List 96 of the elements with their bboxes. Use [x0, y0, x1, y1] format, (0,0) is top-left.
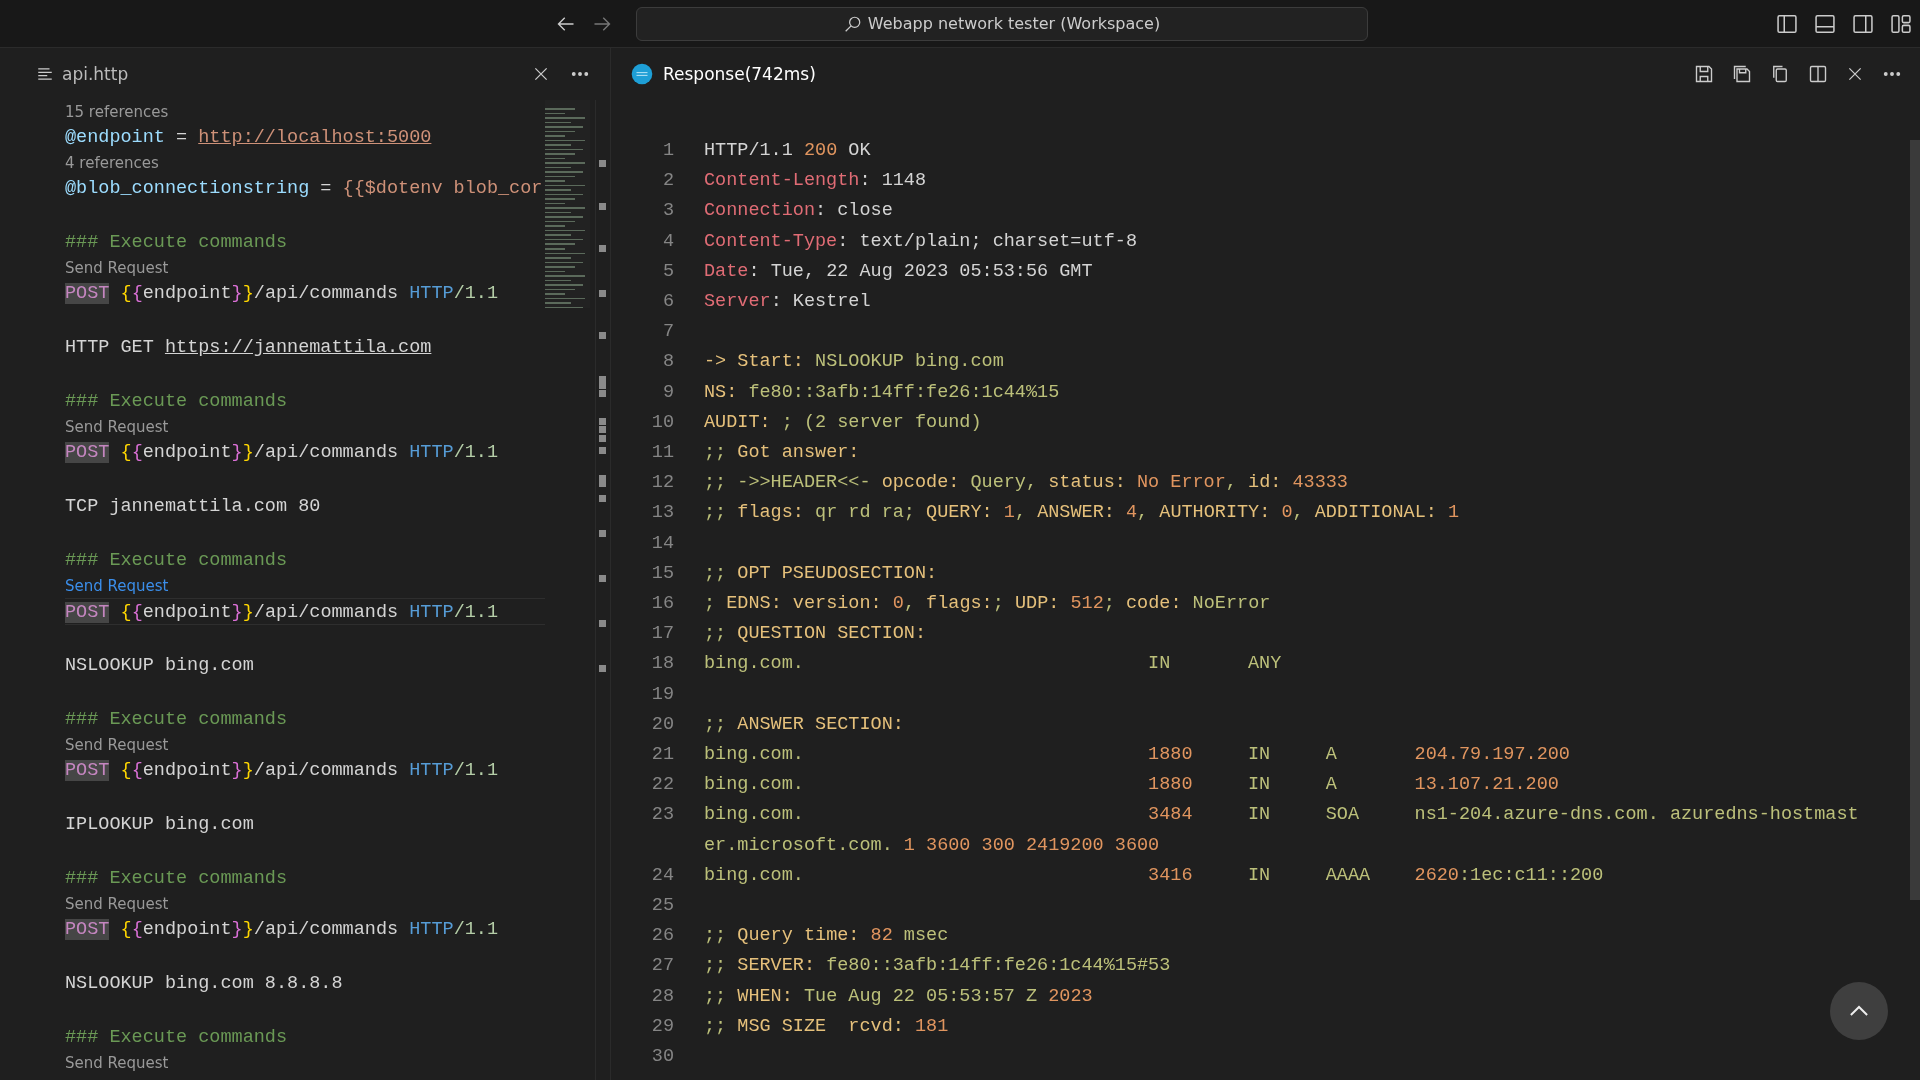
line-number: 6	[661, 290, 675, 314]
line-number: 5	[661, 259, 675, 284]
code-line: IPLOOKUP bing.com	[65, 813, 255, 837]
line-number: 11	[650, 441, 675, 466]
codelens-link[interactable]: 4 references	[65, 154, 159, 172]
code-line: ;; Got answer:	[704, 441, 861, 466]
code-line: Server: Kestrel	[704, 290, 872, 314]
line-number: 27	[650, 954, 675, 979]
command-center-search[interactable]: Webapp network tester (Workspace)	[636, 6, 1368, 41]
code-line: ;; MSG SIZE rcvd: 181	[704, 1014, 950, 1039]
copy-icon[interactable]	[1770, 64, 1790, 84]
line-number: 8	[661, 350, 675, 375]
code-line: POST {{endpoint}}/api/commands HTTP/1.1	[65, 598, 545, 625]
code-line: NSLOOKUP bing.com 8.8.8.8	[65, 972, 344, 996]
panel-icon[interactable]	[1814, 12, 1836, 35]
code-line: ;; OPT PSEUDOSECTION:	[704, 561, 939, 586]
save-icon[interactable]	[1694, 64, 1714, 84]
code-line: ;; flags: qr rd ra; QUERY: 1, ANSWER: 4, AUTHORITY: 0, ADDITIONAL: 1	[704, 501, 1461, 526]
save-all-icon[interactable]	[1732, 64, 1752, 84]
line-number: 15	[650, 561, 675, 586]
code-line: ;; QUESTION SECTION:	[704, 622, 928, 647]
code-line: ### Execute commands	[65, 867, 289, 891]
codelens-link[interactable]: Send Request	[65, 895, 169, 913]
line-number: 4	[661, 229, 675, 254]
line-number: 13	[650, 501, 675, 526]
line-number: 25	[650, 894, 675, 919]
close-icon[interactable]	[1846, 65, 1864, 83]
secondary-sidebar-icon[interactable]	[1852, 12, 1874, 35]
codelens-link[interactable]: Send Request	[65, 577, 169, 595]
code-line: POST {{endpoint}}/api/commands HTTP/1.1	[65, 282, 500, 306]
code-line: bing.com. 3484 IN SOA ns1-204.azure-dns.com. azuredns-hostmaster.microsoft.com. 1 3600 300 2419200 3600	[704, 803, 1860, 858]
code-line: POST {{endpoint}}/api/commands HTTP/1.1	[65, 441, 500, 465]
line-number: 9	[661, 380, 675, 405]
code-line: NSLOOKUP bing.com	[65, 654, 255, 678]
code-line: POST {{endpoint}}/api/commands HTTP/1.1	[65, 759, 500, 783]
search-icon	[843, 14, 862, 33]
line-number: 19	[650, 682, 675, 707]
code-line: @blob_connectionstring = {{$dotenv blob_cor	[65, 177, 544, 201]
line-number: 16	[650, 592, 675, 617]
file-tab-title[interactable]: api.http	[62, 64, 129, 84]
code-line: Date: Tue, 22 Aug 2023 05:53:56 GMT	[704, 259, 1094, 284]
code-line: -> Start: NSLOOKUP bing.com	[704, 350, 1005, 375]
line-number: 14	[650, 531, 675, 556]
line-number: 28	[650, 984, 675, 1009]
line-number: 18	[650, 652, 675, 677]
file-lines-icon	[36, 65, 54, 83]
line-number: 30	[650, 1045, 675, 1070]
line-number: 26	[650, 924, 675, 949]
code-line: ### Execute commands	[65, 708, 289, 732]
code-line: ;; ANSWER SECTION:	[704, 712, 905, 737]
code-line: bing.com. 1880 IN A 13.107.21.200	[704, 773, 1560, 798]
code-line: ### Execute commands	[65, 549, 289, 573]
code-line: Content-Type: text/plain; charset=utf-8	[704, 229, 1138, 254]
code-line: Content-Length: 1148	[704, 169, 928, 194]
primary-sidebar-icon[interactable]	[1776, 12, 1798, 35]
line-number: 12	[650, 471, 675, 496]
line-number: 24	[650, 863, 675, 888]
code-line: HTTP/1.1 200 OK	[704, 139, 872, 163]
code-line: ;; ->>HEADER<<- opcode: Query, status: No Error, id: 43333	[704, 471, 1349, 496]
response-tab-title[interactable]: Response(742ms)	[663, 64, 816, 84]
layout-icon[interactable]	[1890, 12, 1912, 35]
code-line: ;; Query time: 82 msec	[704, 924, 950, 949]
codelens-link[interactable]: Send Request	[65, 259, 169, 277]
codelens-link[interactable]: Send Request	[65, 1054, 169, 1072]
line-number: 21	[650, 743, 675, 768]
code-line: TCP jannemattila.com 80	[65, 495, 322, 519]
codelens-link[interactable]: 15 references	[65, 103, 169, 121]
line-number: 22	[650, 773, 675, 798]
line-number: 3	[661, 199, 675, 224]
code-line: Connection: close	[704, 199, 894, 224]
code-line: ### Execute commands	[65, 1026, 289, 1050]
line-number: 29	[650, 1014, 675, 1039]
code-line: ;; SERVER: fe80::3afb:14ff:fe26:1c44%15#53	[704, 954, 1172, 979]
code-line: AUDIT: ; (2 server found)	[704, 410, 983, 435]
code-line: HTTP GET https://jannemattila.com	[65, 336, 433, 360]
split-editor-icon[interactable]	[1808, 64, 1828, 84]
line-number: 17	[650, 622, 675, 647]
line-number: 2	[661, 169, 675, 194]
codelens-link[interactable]: Send Request	[65, 736, 169, 754]
code-line: ### Execute commands	[65, 390, 289, 414]
code-line: @endpoint = http://localhost:5000	[65, 126, 433, 150]
code-line: ;; WHEN: Tue Aug 22 05:53:57 Z 2023	[704, 984, 1094, 1009]
line-number: 20	[650, 712, 675, 737]
codelens-link[interactable]: Send Request	[65, 418, 169, 436]
code-line: ### Execute commands	[65, 231, 289, 255]
code-line: NS: fe80::3afb:14ff:fe26:1c44%15	[704, 380, 1061, 405]
line-number: 23	[650, 803, 675, 828]
code-line: ; EDNS: version: 0, flags:; UDP: 512; code: NoError	[704, 592, 1272, 617]
close-icon[interactable]	[532, 65, 550, 83]
line-number: 10	[650, 410, 675, 435]
line-number: 7	[661, 320, 675, 345]
code-line: bing.com. 1880 IN A 204.79.197.200	[704, 743, 1571, 768]
code-line: bing.com. IN ANY	[704, 652, 1283, 677]
code-line: bing.com. 3416 IN AAAA 2620:1ec:c11::200	[704, 863, 1605, 888]
code-line: POST {{endpoint}}/api/commands HTTP/1.1	[65, 918, 500, 942]
line-number: 1	[661, 139, 675, 163]
